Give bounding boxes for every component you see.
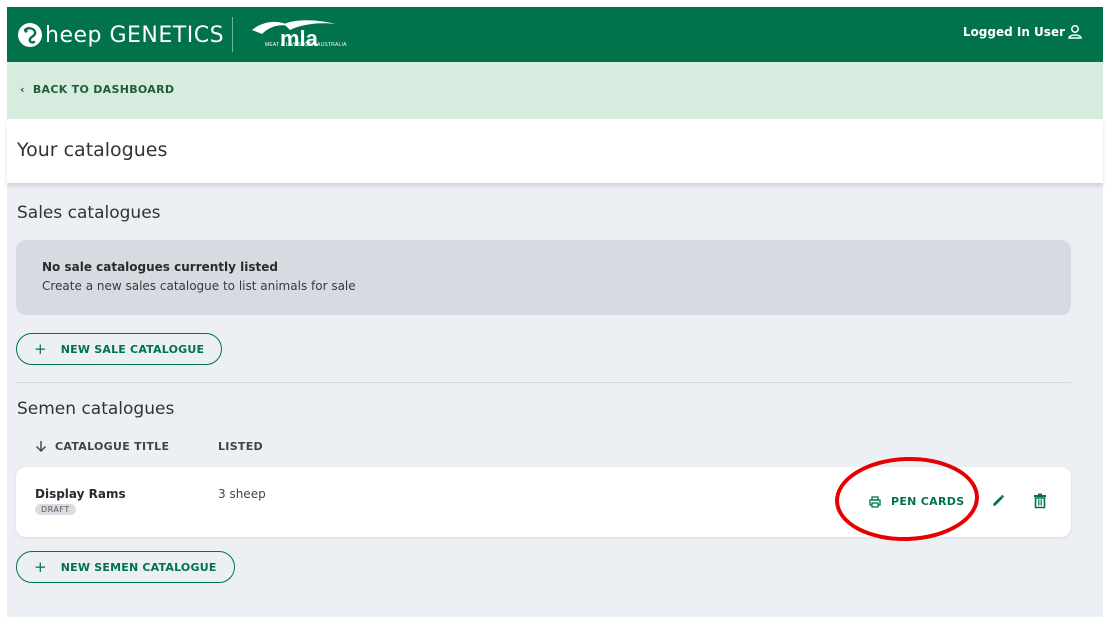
- mla-subtitle: MEAT & LIVESTOCK AUSTRALIA: [265, 42, 347, 48]
- app-frame: heep GENETICS mla MEAT & LIVESTOCK AUSTR…: [0, 0, 1105, 617]
- column-header-listed[interactable]: LISTED: [218, 440, 263, 453]
- plus-icon: +: [34, 558, 47, 576]
- main-content: Sales catalogues No sale catalogues curr…: [7, 183, 1103, 617]
- column-title-label: CATALOGUE TITLE: [55, 440, 170, 453]
- user-name[interactable]: Logged In User: [963, 25, 1065, 39]
- arrow-down-icon: [36, 441, 46, 452]
- brand-name: heep GENETICS: [45, 22, 225, 48]
- sales-section-title: Sales catalogues: [17, 203, 161, 223]
- sales-empty-state: No sale catalogues currently listed Crea…: [16, 240, 1071, 315]
- page-title: Your catalogues: [17, 139, 168, 161]
- title-bar: Your catalogues: [7, 119, 1103, 183]
- section-divider: [16, 382, 1071, 383]
- top-header: heep GENETICS mla MEAT & LIVESTOCK AUSTR…: [7, 7, 1103, 62]
- plus-icon: +: [34, 340, 47, 358]
- status-badge: DRAFT: [35, 504, 76, 515]
- empty-state-title: No sale catalogues currently listed: [42, 260, 278, 274]
- back-to-dashboard-link[interactable]: ‹ BACK TO DASHBOARD: [20, 83, 174, 96]
- semen-section-title: Semen catalogues: [17, 399, 175, 419]
- back-link-label: BACK TO DASHBOARD: [32, 83, 175, 96]
- brand-logo[interactable]: heep GENETICS: [17, 17, 224, 53]
- catalogue-title[interactable]: Display Rams: [35, 487, 126, 501]
- new-semen-catalogue-button[interactable]: + NEW SEMEN CATALOGUE: [16, 551, 235, 583]
- new-semen-catalogue-label: NEW SEMEN CATALOGUE: [60, 560, 217, 574]
- mla-logo: mla: [252, 20, 336, 51]
- user-icon[interactable]: [1067, 24, 1083, 40]
- empty-state-description: Create a new sales catalogue to list ani…: [42, 279, 356, 293]
- column-header-title[interactable]: CATALOGUE TITLE: [35, 440, 169, 453]
- listed-count: 3 sheep: [218, 487, 266, 501]
- sheep-logo-icon: [18, 23, 42, 47]
- header-divider: [232, 17, 233, 52]
- chevron-left-icon: ‹: [20, 83, 25, 96]
- new-sale-catalogue-button[interactable]: + NEW SALE CATALOGUE: [16, 333, 223, 365]
- new-sale-catalogue-label: NEW SALE CATALOGUE: [60, 342, 205, 356]
- edit-icon[interactable]: [990, 493, 1006, 509]
- back-bar: ‹ BACK TO DASHBOARD: [7, 62, 1103, 119]
- trash-icon[interactable]: [1033, 493, 1047, 509]
